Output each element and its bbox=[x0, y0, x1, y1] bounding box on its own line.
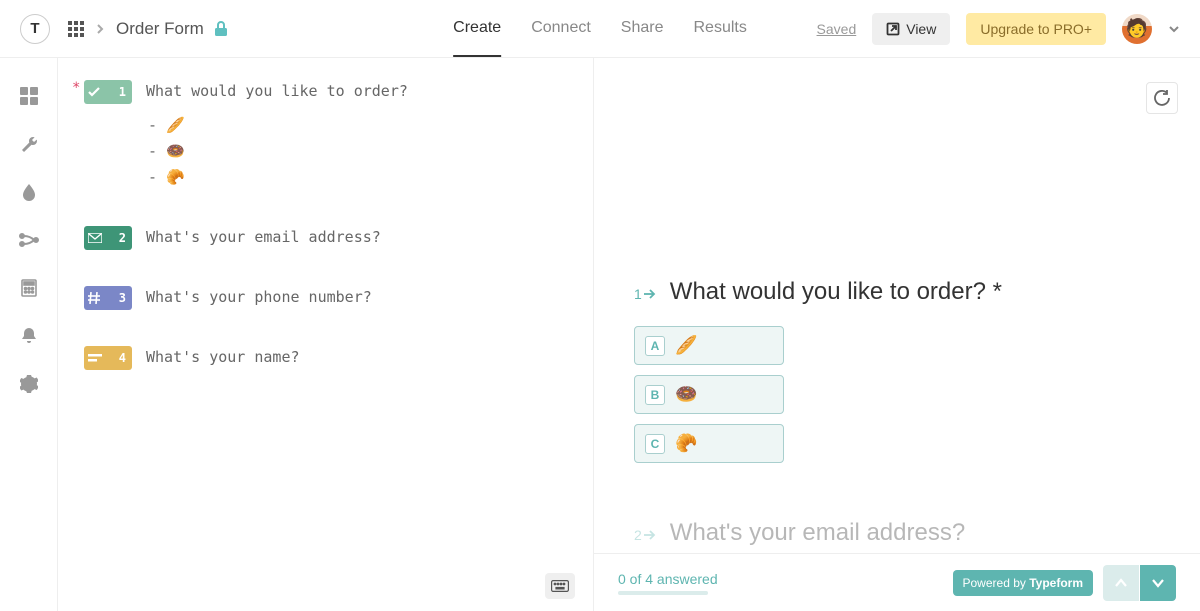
question-number: 3 bbox=[119, 291, 126, 305]
choice-key: C bbox=[645, 434, 665, 454]
blocks-icon[interactable] bbox=[19, 86, 39, 106]
powered-by-badge[interactable]: Powered by Typeform bbox=[953, 570, 1094, 596]
nav-down-button[interactable] bbox=[1140, 565, 1176, 601]
gear-icon[interactable] bbox=[19, 374, 39, 394]
progress-text: 0 of 4 answered bbox=[618, 571, 718, 587]
choice-key: B bbox=[645, 385, 665, 405]
question-text-2[interactable]: What's your email address? bbox=[146, 226, 381, 246]
question-block-4[interactable]: 4 What's your name? bbox=[72, 346, 573, 370]
arrow-right-icon bbox=[644, 530, 656, 540]
preview-question-title: What's your email address? bbox=[670, 519, 965, 547]
upgrade-button[interactable]: Upgrade to PRO+ bbox=[966, 13, 1106, 45]
bell-icon[interactable] bbox=[19, 326, 39, 346]
preview-question-2: 2 What's your email address? bbox=[634, 519, 1160, 547]
choice-emoji: 🥐 bbox=[675, 433, 697, 454]
editor-panel[interactable]: * 1 What would you like to order? - 🥖 - … bbox=[58, 58, 594, 611]
question-block-3[interactable]: 3 What's your phone number? bbox=[72, 286, 573, 310]
chevron-up-icon bbox=[1114, 578, 1128, 588]
check-icon bbox=[88, 87, 100, 97]
chevron-down-icon bbox=[1151, 578, 1165, 588]
option-line[interactable]: - 🍩 bbox=[148, 138, 573, 164]
wrench-icon[interactable] bbox=[19, 134, 39, 154]
question-text-1[interactable]: What would you like to order? bbox=[146, 80, 408, 100]
drop-icon[interactable] bbox=[19, 182, 39, 202]
tab-create[interactable]: Create bbox=[453, 1, 501, 57]
saved-status[interactable]: Saved bbox=[817, 21, 857, 37]
nav-up-button[interactable] bbox=[1103, 565, 1139, 601]
question-text-4[interactable]: What's your name? bbox=[146, 346, 300, 366]
preview-choice-a[interactable]: A 🥖 bbox=[634, 326, 784, 365]
arrow-right-icon bbox=[644, 289, 656, 299]
preview-question-number: 1 bbox=[634, 286, 656, 302]
tab-share[interactable]: Share bbox=[621, 1, 664, 57]
question-badge-2[interactable]: 2 bbox=[84, 226, 132, 250]
required-star: * bbox=[72, 80, 80, 96]
choice-key: A bbox=[645, 336, 665, 356]
keyboard-icon bbox=[551, 580, 569, 592]
refresh-icon bbox=[1154, 90, 1170, 106]
header: T Order Form Create Connect Share Result… bbox=[0, 0, 1200, 58]
option-line[interactable]: - 🥐 bbox=[148, 164, 573, 190]
view-button-label: View bbox=[906, 21, 936, 37]
header-right: Saved View Upgrade to PRO+ 🧑 bbox=[817, 13, 1180, 45]
apps-grid-icon[interactable] bbox=[68, 21, 84, 37]
question-options-1[interactable]: - 🥖 - 🍩 - 🥐 bbox=[148, 112, 573, 190]
question-number: 1 bbox=[119, 85, 126, 99]
lock-icon[interactable] bbox=[214, 21, 228, 37]
hash-icon bbox=[88, 292, 100, 304]
question-badge-1[interactable]: 1 bbox=[84, 80, 132, 104]
external-link-icon bbox=[886, 22, 900, 36]
progress-indicator: 0 of 4 answered bbox=[618, 571, 718, 595]
choice-emoji: 🍩 bbox=[675, 384, 697, 405]
question-number: 2 bbox=[119, 231, 126, 245]
question-badge-3[interactable]: 3 bbox=[84, 286, 132, 310]
preview-question-number: 2 bbox=[634, 527, 656, 543]
progress-bar bbox=[618, 591, 708, 595]
tab-connect[interactable]: Connect bbox=[531, 1, 591, 57]
calculator-icon[interactable] bbox=[19, 278, 39, 298]
question-block-2[interactable]: 2 What's your email address? bbox=[72, 226, 573, 250]
choice-emoji: 🥖 bbox=[675, 335, 697, 356]
avatar[interactable]: 🧑 bbox=[1122, 14, 1152, 44]
keyboard-button[interactable] bbox=[545, 573, 575, 599]
question-text-3[interactable]: What's your phone number? bbox=[146, 286, 372, 306]
preview-footer: 0 of 4 answered Powered by Typeform bbox=[594, 553, 1200, 611]
question-badge-4[interactable]: 4 bbox=[84, 346, 132, 370]
question-block-1[interactable]: * 1 What would you like to order? - 🥖 - … bbox=[72, 80, 573, 190]
preview-question-title: What would you like to order? * bbox=[670, 278, 1002, 306]
workspace-avatar[interactable]: T bbox=[20, 14, 50, 44]
lines-icon bbox=[88, 354, 102, 362]
tabs: Create Connect Share Results bbox=[453, 1, 747, 57]
question-number: 4 bbox=[119, 351, 126, 365]
view-button[interactable]: View bbox=[872, 13, 950, 45]
preview-choice-c[interactable]: C 🥐 bbox=[634, 424, 784, 463]
main: * 1 What would you like to order? - 🥖 - … bbox=[0, 58, 1200, 611]
option-line[interactable]: - 🥖 bbox=[148, 112, 573, 138]
page-title[interactable]: Order Form bbox=[116, 19, 204, 39]
preview-content: 1 What would you like to order? * A 🥖 B … bbox=[594, 58, 1200, 547]
avatar-chevron-icon[interactable] bbox=[1168, 25, 1180, 33]
refresh-button[interactable] bbox=[1146, 82, 1178, 114]
tab-results[interactable]: Results bbox=[693, 1, 746, 57]
preview-choice-b[interactable]: B 🍩 bbox=[634, 375, 784, 414]
logic-icon[interactable] bbox=[19, 230, 39, 250]
sidebar bbox=[0, 58, 58, 611]
mail-icon bbox=[88, 233, 102, 243]
preview-panel: 1 What would you like to order? * A 🥖 B … bbox=[594, 58, 1200, 611]
breadcrumb-chevron-icon bbox=[96, 23, 104, 35]
